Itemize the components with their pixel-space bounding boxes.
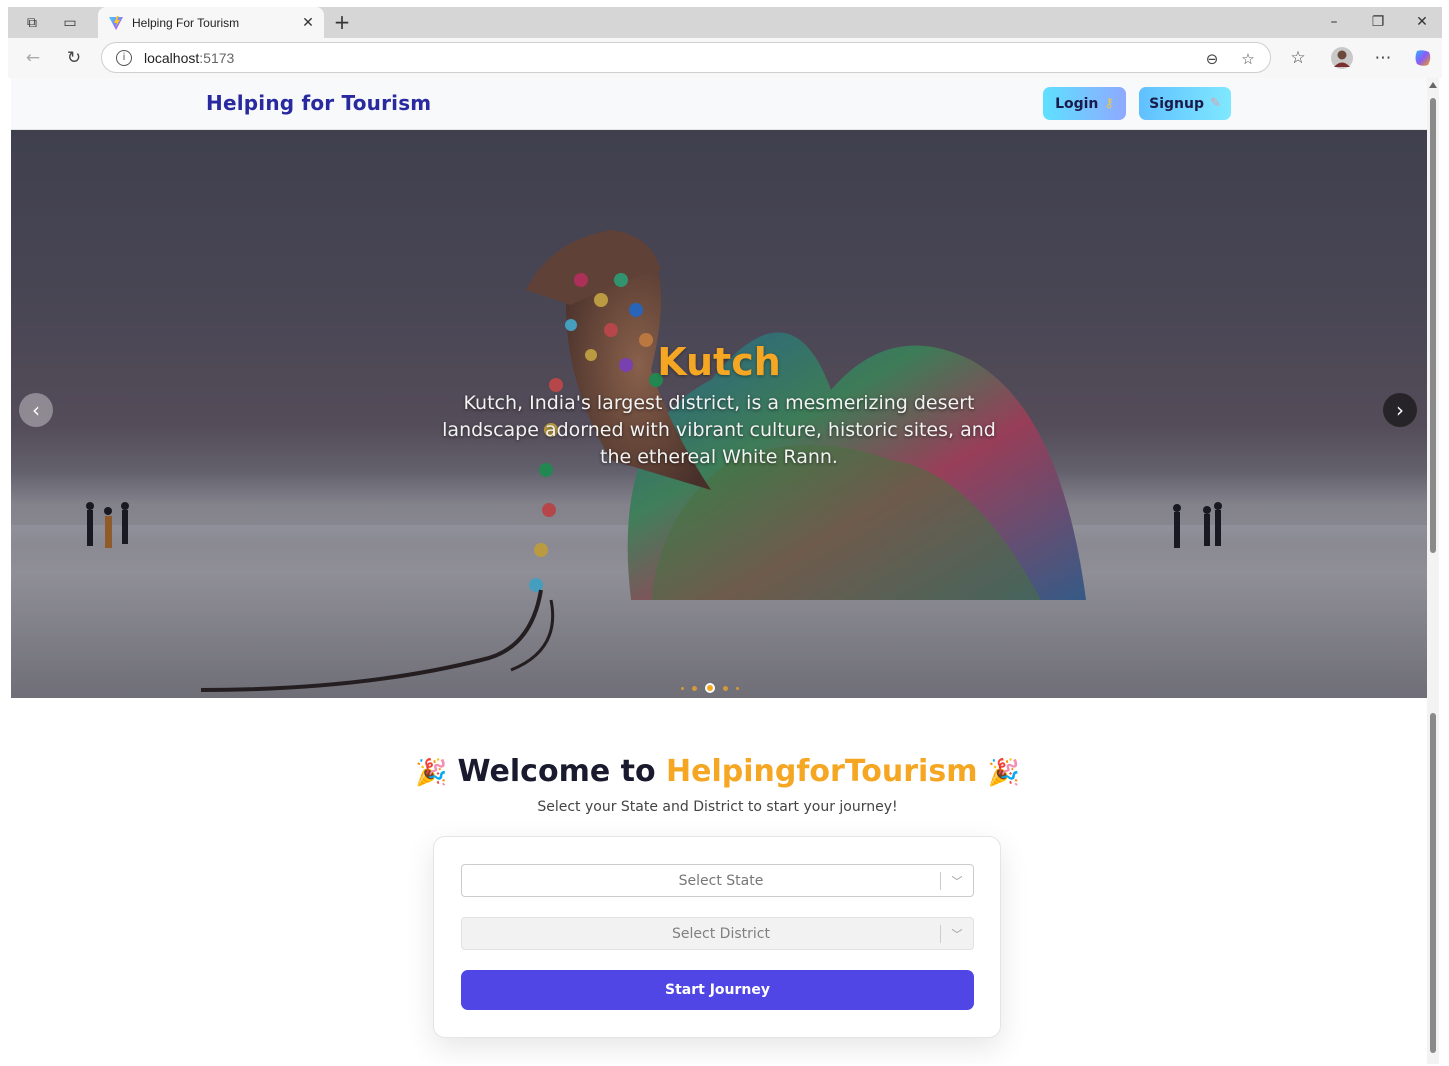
tab-title: Helping For Tourism: [132, 15, 240, 30]
chevron-down-icon[interactable]: ﹀: [941, 873, 973, 889]
tab-actions-icon[interactable]: ▭: [60, 13, 80, 33]
favorites-list-icon[interactable]: ☆: [1285, 45, 1311, 71]
page-viewport: Helping for Tourism Login ⚷ Signup ✎ Kut…: [8, 78, 1427, 1064]
address-bar[interactable]: i localhost:5173 ⊖ ☆: [101, 42, 1271, 73]
welcome-subtitle: Select your State and District to start …: [537, 799, 898, 815]
state-select-placeholder: Select State: [678, 872, 764, 889]
party-popper-icon: 🎉: [415, 757, 448, 788]
start-journey-button[interactable]: Start Journey: [461, 970, 974, 1010]
district-select-placeholder: Select District: [672, 925, 770, 942]
browser-navbar: ← ↻ i localhost:5173 ⊖ ☆ ☆ ⋯: [8, 38, 1442, 78]
brand-logo-text[interactable]: Helping for Tourism: [206, 91, 431, 115]
new-tab-icon[interactable]: +: [330, 10, 354, 34]
signup-button[interactable]: Signup ✎: [1139, 87, 1231, 120]
state-select[interactable]: Select State ﹀: [461, 864, 974, 897]
welcome-title: 🎉 Welcome to HelpingforTourism 🎉: [415, 754, 1021, 789]
district-select[interactable]: Select District ﹀: [461, 917, 974, 950]
carousel-dot[interactable]: [723, 685, 728, 691]
welcome-section: 🎉 Welcome to HelpingforTourism 🎉 Select …: [8, 710, 1427, 1064]
journey-form-card: Select State ﹀ Select District ﹀ Start J…: [433, 836, 1001, 1038]
scroll-thumb[interactable]: [1430, 98, 1436, 553]
scroll-thumb-lower[interactable]: [1430, 713, 1436, 1053]
tab-close-icon[interactable]: ✕: [298, 15, 318, 31]
minimize-icon[interactable]: –: [1322, 11, 1346, 33]
hero-carousel: Kutch Kutch, India's largest district, i…: [11, 130, 1427, 698]
carousel-dot[interactable]: [736, 686, 739, 690]
carousel-indicators: [681, 682, 739, 694]
memo-icon: ✎: [1209, 96, 1221, 111]
favorite-star-icon[interactable]: ☆: [1238, 49, 1258, 69]
url-text[interactable]: localhost:5173: [144, 50, 234, 66]
login-button[interactable]: Login ⚷: [1043, 87, 1126, 120]
close-window-icon[interactable]: ✕: [1410, 11, 1434, 33]
more-menu-icon[interactable]: ⋯: [1370, 45, 1396, 71]
key-icon: ⚷: [1104, 96, 1114, 111]
vite-favicon-icon: [109, 15, 123, 30]
welcome-accent: HelpingforTourism: [666, 754, 978, 789]
restore-icon[interactable]: ❐: [1366, 11, 1390, 33]
carousel-dot[interactable]: [681, 686, 684, 690]
avatar-icon: [1331, 47, 1353, 69]
browser-titlebar: ⧉ ▭ Helping For Tourism ✕ + – ❐ ✕: [8, 7, 1442, 38]
site-info-icon[interactable]: i: [116, 49, 132, 66]
carousel-dot[interactable]: [692, 685, 697, 691]
workspaces-icon[interactable]: ⧉: [22, 13, 42, 33]
hero-description: Kutch, India's largest district, is a me…: [442, 392, 996, 468]
hero-title: Kutch: [657, 340, 781, 384]
reload-icon[interactable]: ↻: [61, 45, 87, 71]
chevron-down-icon[interactable]: ﹀: [941, 926, 973, 942]
hero-caption: Kutch Kutch, India's largest district, i…: [431, 340, 1007, 471]
copilot-icon[interactable]: [1410, 45, 1436, 71]
party-popper-icon: 🎉: [987, 757, 1021, 788]
profile-avatar[interactable]: [1329, 45, 1355, 71]
scroll-up-icon[interactable]: [1429, 82, 1437, 88]
zoom-icon[interactable]: ⊖: [1202, 49, 1222, 69]
carousel-prev-button[interactable]: ‹: [19, 393, 53, 427]
back-arrow-icon[interactable]: ←: [20, 45, 46, 71]
browser-tab-active[interactable]: Helping For Tourism ✕: [98, 7, 324, 38]
page-scrollbar[interactable]: [1427, 78, 1439, 1064]
carousel-next-button[interactable]: ›: [1383, 393, 1417, 427]
carousel-dot[interactable]: [705, 683, 715, 693]
site-header: Helping for Tourism Login ⚷ Signup ✎: [11, 78, 1427, 130]
